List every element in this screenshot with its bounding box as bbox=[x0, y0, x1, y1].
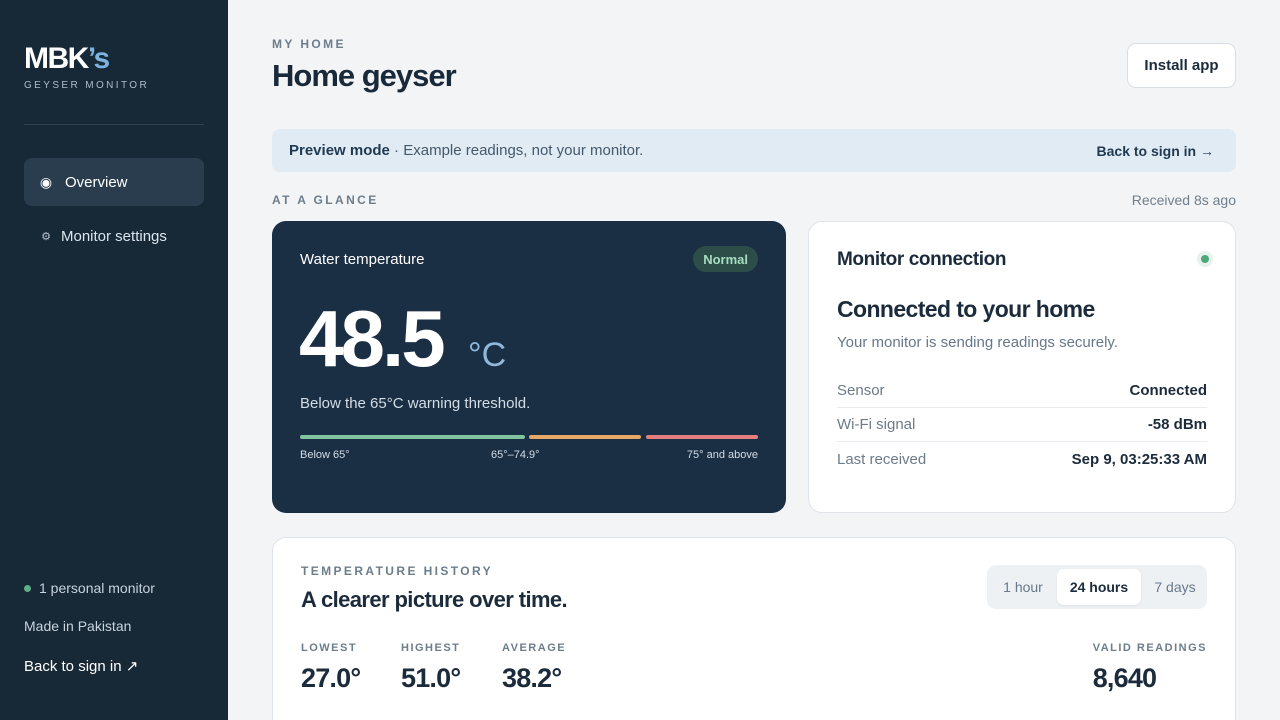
range-selector: 1 hour 24 hours 7 days bbox=[987, 565, 1207, 609]
temperature-unit: °C bbox=[468, 336, 507, 374]
monitor-count: 1 personal monitor bbox=[24, 580, 155, 596]
banner-mode-label: Preview mode bbox=[289, 142, 390, 159]
radio-dot-icon: ◉ bbox=[39, 173, 53, 190]
scale-label-danger: 75° and above bbox=[686, 449, 758, 461]
history-eyebrow: TEMPERATURE HISTORY bbox=[301, 564, 494, 578]
page-title: Home geyser bbox=[272, 58, 457, 93]
connection-title: Monitor connection bbox=[837, 249, 1007, 270]
banner-back-to-sign-in-link[interactable]: Back to sign in → bbox=[1097, 143, 1214, 159]
row-value: Sep 9, 03:25:33 AM bbox=[1071, 450, 1207, 468]
status-badge: Normal bbox=[693, 246, 758, 272]
stat-value: 27.0° bbox=[301, 663, 361, 693]
sidebar: MBK’s GEYSER MONITOR ◉ Overview ⚙ Monito… bbox=[0, 0, 228, 720]
temperature-label: Water temperature bbox=[300, 251, 425, 268]
temperature-value: 48.5 bbox=[299, 294, 446, 383]
main-content: MY HOME Home geyser Install app Preview … bbox=[272, 0, 1236, 720]
stat-lowest: LOWEST 27.0° bbox=[301, 642, 361, 694]
stat-label: LOWEST bbox=[301, 642, 358, 654]
stat-value: 51.0° bbox=[401, 663, 461, 693]
banner-text: · Example readings, not your monitor. bbox=[389, 142, 644, 159]
stat-highest: HIGHEST 51.0° bbox=[401, 642, 461, 694]
stat-value: 38.2° bbox=[502, 663, 562, 693]
temperature-note: Below the 65°C warning threshold. bbox=[300, 395, 531, 412]
sidebar-item-label: Monitor settings bbox=[61, 227, 167, 245]
scale-label-warning: 65°–74.9° bbox=[491, 449, 540, 461]
scale-bar-danger bbox=[646, 435, 758, 439]
row-key: Wi-Fi signal bbox=[837, 416, 916, 433]
made-in-text: Made in Pakistan bbox=[24, 618, 132, 634]
stat-average: AVERAGE 38.2° bbox=[502, 642, 566, 694]
sidebar-item-label: Overview bbox=[65, 173, 128, 191]
row-key: Sensor bbox=[837, 382, 885, 399]
stat-label: AVERAGE bbox=[502, 642, 567, 654]
gear-icon: ⚙ bbox=[41, 230, 51, 243]
install-app-button[interactable]: Install app bbox=[1127, 43, 1236, 88]
monitor-connection-card: Monitor connection Connected to your hom… bbox=[808, 221, 1236, 513]
status-dot-icon bbox=[24, 584, 31, 592]
scale-bar-warning bbox=[529, 435, 641, 439]
back-to-sign-in-link[interactable]: Back to sign in ↗ bbox=[24, 657, 138, 675]
preview-banner: Preview mode · Example readings, not you… bbox=[272, 129, 1236, 172]
connection-subtitle: Your monitor is sending readings securel… bbox=[837, 334, 1118, 351]
stat-label: VALID READINGS bbox=[1092, 642, 1207, 654]
connection-row-last-received: Last received Sep 9, 03:25:33 AM bbox=[837, 442, 1207, 476]
brand-logo[interactable]: MBK’s GEYSER MONITOR bbox=[24, 42, 150, 92]
brand-name: MBK’s bbox=[24, 42, 110, 75]
sidebar-item-overview[interactable]: ◉ Overview bbox=[24, 158, 204, 206]
scale-label-normal: Below 65° bbox=[300, 449, 350, 461]
received-timestamp: Received 8s ago bbox=[1131, 192, 1236, 208]
sidebar-item-monitor-settings[interactable]: ⚙ Monitor settings bbox=[24, 212, 204, 260]
at-a-glance-label: AT A GLANCE bbox=[272, 193, 379, 207]
monitor-count-text: 1 personal monitor bbox=[39, 580, 155, 596]
range-tab-7-days[interactable]: 7 days bbox=[1143, 569, 1207, 605]
connection-headline: Connected to your home bbox=[837, 296, 1095, 322]
connection-row-sensor: Sensor Connected bbox=[837, 374, 1207, 408]
water-temperature-card: Water temperature Normal 48.5 °C Below t… bbox=[272, 221, 786, 513]
row-key: Last received bbox=[837, 450, 927, 468]
page-eyebrow: MY HOME bbox=[272, 37, 346, 51]
temperature-history-card: TEMPERATURE HISTORY A clearer picture ov… bbox=[272, 537, 1236, 720]
history-title: A clearer picture over time. bbox=[301, 587, 568, 612]
stat-label: HIGHEST bbox=[401, 642, 461, 654]
sidebar-divider bbox=[24, 124, 204, 125]
row-value: Connected bbox=[1129, 382, 1207, 399]
connection-status-icon bbox=[1197, 251, 1213, 267]
brand-subtitle: GEYSER MONITOR bbox=[24, 80, 150, 91]
scale-bar-normal bbox=[300, 435, 525, 439]
connection-row-wifi: Wi-Fi signal -58 dBm bbox=[837, 408, 1207, 442]
stat-valid-readings: VALID READINGS 8,640 bbox=[1093, 642, 1207, 694]
stat-value: 8,640 bbox=[1092, 663, 1157, 693]
range-tab-24-hours[interactable]: 24 hours bbox=[1057, 569, 1141, 605]
row-value: -58 dBm bbox=[1147, 416, 1207, 433]
range-tab-1-hour[interactable]: 1 hour bbox=[991, 569, 1055, 605]
